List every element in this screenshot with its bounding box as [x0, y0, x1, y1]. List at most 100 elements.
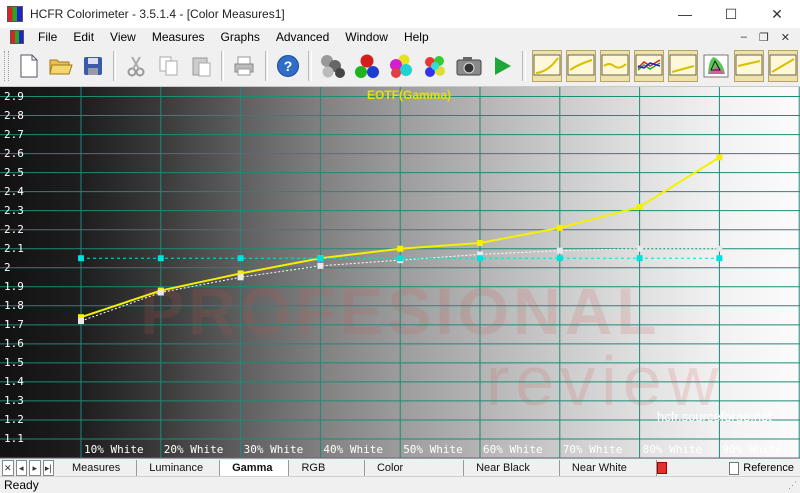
x-tick-label: 30% White	[243, 443, 304, 456]
open-folder-icon[interactable]	[48, 50, 74, 82]
series-1-point	[716, 154, 723, 161]
reference-icon[interactable]	[656, 462, 667, 474]
y-tick-label: 1.3	[4, 393, 24, 407]
x-tick-label: 50% White	[403, 443, 463, 456]
toolbar: ?	[0, 46, 800, 87]
tab-gamma[interactable]: Gamma	[220, 460, 290, 476]
tab-near-black-scale[interactable]: Near Black Scale	[464, 460, 560, 490]
svg-text:?: ?	[284, 58, 293, 74]
toolbar-separator	[308, 51, 313, 81]
mdi-restore-button[interactable]: ❐	[759, 31, 769, 44]
toolbar-grip[interactable]	[4, 51, 10, 81]
menu-advanced[interactable]: Advanced	[268, 30, 337, 44]
size-grip-icon[interactable]: ⋰	[788, 480, 797, 491]
series-3-point	[78, 255, 84, 262]
app-logo-icon	[7, 6, 23, 22]
series-3-point	[716, 255, 723, 262]
tab-luminance[interactable]: Luminance	[137, 460, 221, 476]
print-icon[interactable]	[231, 50, 257, 82]
reference-label: Reference	[743, 462, 795, 474]
secondary-spheres-icon[interactable]	[387, 50, 415, 82]
close-button[interactable]: ✕	[754, 0, 800, 28]
menu-measures[interactable]: Measures	[144, 30, 213, 44]
menu-window[interactable]: Window	[337, 30, 396, 44]
y-tick-label: 2.1	[4, 241, 24, 255]
series-3-point	[237, 255, 244, 262]
cie-chart-icon[interactable]	[703, 50, 729, 82]
mdi-minimize-button[interactable]: –	[741, 31, 747, 44]
reference-checkbox[interactable]	[728, 461, 740, 475]
x-tick-label: 90% White	[722, 443, 782, 456]
series-3-point	[556, 255, 563, 262]
title-bar: HCFR Colorimeter - 3.5.1.4 - [Color Meas…	[0, 0, 800, 28]
graph-rgb-levels-icon[interactable]	[633, 50, 664, 82]
series-2-point	[78, 318, 84, 325]
y-tick-label: 2.9	[4, 89, 24, 103]
y-tick-label: 1.7	[4, 317, 24, 331]
graph-temperature-icon[interactable]	[599, 50, 630, 82]
chart-canvas	[0, 87, 800, 458]
y-tick-label: 1.9	[4, 279, 24, 293]
tab-last-button[interactable]: ▸|	[42, 460, 54, 476]
menu-graphs[interactable]: Graphs	[213, 30, 268, 44]
y-tick-label: 2.2	[4, 222, 24, 236]
graph-gamma-icon[interactable]	[565, 50, 596, 82]
series-1-point	[477, 240, 483, 247]
graph-saturation-icon[interactable]	[767, 50, 798, 82]
toolbar-separator	[522, 51, 526, 81]
copy-icon[interactable]	[156, 50, 182, 82]
window-title: HCFR Colorimeter - 3.5.1.4 - [Color Meas…	[30, 7, 285, 21]
mdi-close-button[interactable]: ✕	[781, 31, 790, 44]
y-tick-label: 1.4	[4, 374, 24, 388]
toolbar-separator	[264, 51, 269, 81]
menu-view[interactable]: View	[102, 30, 144, 44]
series-3-point	[317, 255, 324, 262]
y-tick-label: 1.2	[4, 412, 24, 426]
series-3-point	[636, 255, 643, 262]
tab-first-button[interactable]: ◂	[15, 460, 27, 476]
x-tick-label: 40% White	[323, 443, 383, 456]
play-icon[interactable]	[489, 50, 515, 82]
new-document-icon[interactable]	[15, 50, 41, 82]
credit-text: hcfr.sourceforge.net	[657, 409, 772, 424]
minimize-button[interactable]: —	[662, 0, 708, 28]
menu-bar: File Edit View Measures Graphs Advanced …	[0, 28, 800, 46]
document-icon[interactable]	[10, 30, 24, 44]
y-tick-label: 1.5	[4, 355, 24, 369]
x-tick-label: 20% White	[163, 443, 224, 456]
x-tick-label: 70% White	[562, 443, 623, 456]
toolbar-separator	[220, 51, 225, 81]
x-tick-label: 60% White	[483, 443, 543, 456]
primary-spheres-icon[interactable]	[353, 50, 381, 82]
series-2-point	[317, 262, 324, 269]
y-tick-label: 2.4	[4, 184, 24, 198]
tab-color-temperature[interactable]: Color temperature	[365, 460, 465, 490]
y-tick-label: 1.6	[4, 336, 24, 350]
y-tick-label: 2.6	[4, 146, 24, 160]
camera-icon[interactable]	[455, 50, 483, 82]
series-1-point	[636, 203, 643, 210]
menu-edit[interactable]: Edit	[65, 30, 102, 44]
graph-luminance-icon[interactable]	[531, 50, 562, 82]
tab-near-white-scale[interactable]: Near White Scale	[560, 460, 657, 490]
tab-measures[interactable]: Measures	[60, 460, 138, 476]
tab-close-button[interactable]: ✕	[2, 460, 14, 476]
gray-spheres-icon[interactable]	[319, 50, 347, 82]
help-icon[interactable]: ?	[275, 50, 301, 82]
gamma-chart[interactable]: PROFESIONAL review 2.9 2.8 2.7 2.6 2.5 2.4 2.3…	[0, 87, 800, 458]
paste-icon[interactable]	[188, 50, 214, 82]
tab-rgb-levels[interactable]: RGB Levels	[289, 460, 365, 490]
graph-near-black-icon[interactable]	[667, 50, 698, 82]
menu-file[interactable]: File	[30, 30, 65, 44]
cut-scissors-icon[interactable]	[123, 50, 149, 82]
save-disk-icon[interactable]	[80, 50, 106, 82]
color-spheres-icon[interactable]	[421, 50, 449, 82]
y-tick-label: 2.5	[4, 165, 24, 179]
series-3-point	[397, 255, 404, 262]
tab-next-button[interactable]: ▸	[29, 460, 41, 476]
y-tick-label: 2	[4, 260, 11, 274]
series-1-point	[397, 245, 404, 252]
graph-near-white-icon[interactable]	[733, 50, 764, 82]
maximize-button[interactable]: ☐	[708, 0, 754, 28]
menu-help[interactable]: Help	[396, 30, 437, 44]
